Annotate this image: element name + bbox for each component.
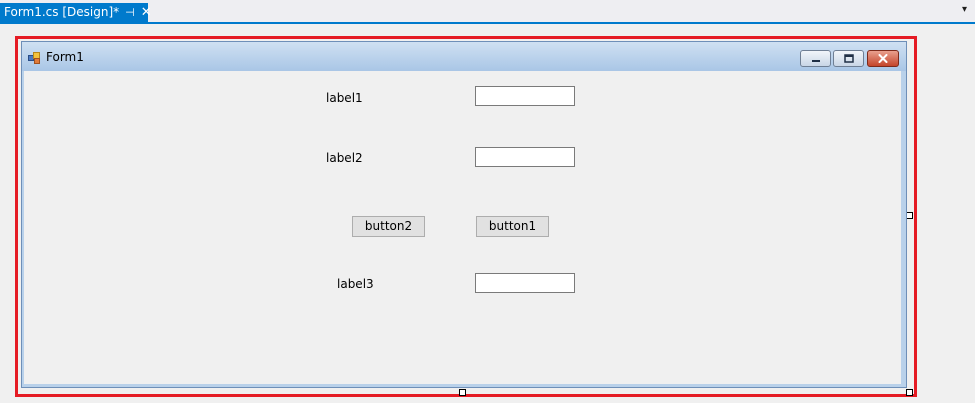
pin-icon[interactable]: ⊣ [125,3,135,22]
textbox2[interactable] [475,147,575,167]
label2[interactable]: label2 [326,151,363,165]
minimize-icon [811,59,820,62]
label3[interactable]: label3 [337,277,374,291]
tab-close-icon[interactable]: ✕ [141,3,152,22]
minimize-button[interactable] [800,50,831,67]
tab-form1-design[interactable]: Form1.cs [Design]* ⊣ ✕ [0,3,152,22]
tab-overflow-dropdown-icon[interactable]: ▾ [962,4,967,15]
resize-handle-bottom[interactable] [459,389,466,396]
maximize-icon [843,54,854,63]
form1-window[interactable]: Form1 label1 label2 button2 button1 labe… [21,41,907,388]
designer-surface[interactable]: Form1 label1 label2 button2 button1 labe… [0,24,975,403]
form-client-area[interactable]: label1 label2 button2 button1 label3 [24,71,901,384]
form-title: Form1 [46,50,84,64]
label1[interactable]: label1 [326,91,363,105]
close-button[interactable] [867,50,899,67]
button2[interactable]: button2 [352,216,425,237]
tab-title: Form1.cs [Design]* [4,5,120,19]
textbox1[interactable] [475,86,575,106]
resize-handle-right[interactable] [906,212,913,219]
form-title-bar[interactable]: Form1 [22,42,906,71]
textbox3[interactable] [475,273,575,293]
resize-handle-bottom-right[interactable] [906,389,913,396]
document-tab-strip: Form1.cs [Design]* ⊣ ✕ ▾ [0,0,975,22]
maximize-button[interactable] [833,50,864,67]
close-icon [878,54,888,63]
button1[interactable]: button1 [476,216,549,237]
form-app-icon [28,52,40,64]
